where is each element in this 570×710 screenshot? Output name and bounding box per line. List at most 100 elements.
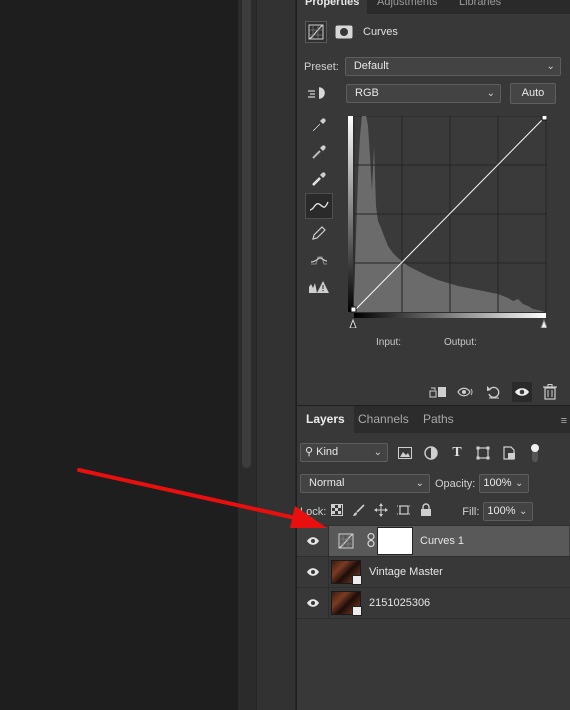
layer-row[interactable]: 2151025306 xyxy=(297,587,570,619)
layer-name: Curves 1 xyxy=(420,535,465,547)
layer-row[interactable]: Vintage Master xyxy=(297,556,570,588)
curves-graph[interactable] xyxy=(348,114,548,329)
layer-mask-icon[interactable] xyxy=(333,21,355,43)
layer-content[interactable]: Curves 1 xyxy=(328,525,569,557)
visibility-eye-icon[interactable] xyxy=(297,588,328,619)
layer-content[interactable]: Vintage Master xyxy=(328,556,569,588)
preset-label: Preset: xyxy=(304,60,339,73)
fill-value: 100% xyxy=(487,505,516,517)
pencil-icon[interactable] xyxy=(305,220,333,246)
lock-all-icon[interactable] xyxy=(420,503,432,520)
blend-opacity-row: Normal ⌄ Opacity: 100% ⌄ xyxy=(300,474,530,493)
output-gradient-bar xyxy=(348,116,353,312)
smooth-icon[interactable] xyxy=(305,247,333,273)
properties-tab-bar: Properties Adjustments Libraries xyxy=(297,0,570,14)
scrollbar-thumb[interactable] xyxy=(242,0,251,468)
curve-tools xyxy=(305,112,333,301)
layer-list-divider xyxy=(297,618,570,619)
tab-paths[interactable]: Paths xyxy=(414,406,463,433)
preset-dropdown[interactable]: Default ⌄ xyxy=(344,57,561,76)
layer-filter-row: ⚲ Kind ⌄ T xyxy=(300,443,544,462)
blend-mode-dropdown[interactable]: Normal ⌄ xyxy=(300,474,430,493)
curves-adjustment-icon xyxy=(331,529,361,553)
layer-name: 2151025306 xyxy=(369,597,431,609)
lock-move-icon[interactable] xyxy=(374,503,389,520)
filter-pixel-icon[interactable] xyxy=(396,444,414,462)
document-canvas[interactable] xyxy=(0,0,238,710)
filter-type-icon[interactable]: T xyxy=(448,444,466,462)
trash-icon[interactable] xyxy=(540,382,560,402)
black-point-slider xyxy=(349,318,357,329)
filter-adjustment-icon[interactable] xyxy=(422,444,440,462)
layers-panel: Layers Channels Paths ≡ ⚲ Kind ⌄ T Norma… xyxy=(297,406,570,710)
reset-icon[interactable] xyxy=(484,382,504,402)
smart-object-badge-icon xyxy=(352,575,362,585)
search-icon: ⚲ xyxy=(305,446,314,458)
clipping-warning-icon[interactable] xyxy=(305,274,333,300)
preset-value: Default xyxy=(353,60,389,72)
filter-kind-dropdown[interactable]: ⚲ Kind ⌄ xyxy=(300,443,388,462)
lock-transparent-icon[interactable] xyxy=(331,504,344,519)
eyedropper-midtone-icon[interactable] xyxy=(305,139,333,165)
filter-smart-object-icon[interactable] xyxy=(500,444,518,462)
view-previous-icon[interactable] xyxy=(456,382,476,402)
on-image-adjust-icon[interactable] xyxy=(304,82,332,104)
tab-properties[interactable]: Properties xyxy=(297,0,368,14)
layer-thumbnail xyxy=(331,591,362,616)
curve-black-point xyxy=(350,306,357,313)
channel-dropdown[interactable]: RGB ⌄ xyxy=(346,83,501,103)
adjustment-title: Curves xyxy=(363,26,398,38)
auto-button[interactable]: Auto xyxy=(510,82,556,104)
chevron-down-icon: ⌄ xyxy=(486,87,495,99)
eyedropper-highlight-icon[interactable] xyxy=(305,166,333,192)
layer-mask-thumbnail[interactable] xyxy=(377,527,413,555)
layers-tab-bar: Layers Channels Paths ≡ xyxy=(297,406,570,433)
visibility-eye-icon[interactable] xyxy=(297,526,328,557)
chevron-down-icon: ⌄ xyxy=(415,478,424,489)
lock-brush-icon[interactable] xyxy=(352,503,365,520)
lock-options xyxy=(331,503,432,520)
opacity-value: 100% xyxy=(483,477,512,489)
filter-shape-icon[interactable] xyxy=(474,444,492,462)
opacity-label: Opacity: xyxy=(435,477,476,490)
properties-header: Curves xyxy=(305,20,398,44)
white-point-slider xyxy=(540,318,548,329)
tab-layers[interactable]: Layers xyxy=(297,406,354,433)
blend-mode-value: Normal xyxy=(309,477,345,489)
lock-artboard-icon[interactable] xyxy=(397,503,412,520)
channel-value: RGB xyxy=(355,86,379,99)
curve-white-point xyxy=(541,114,548,121)
output-label: Output: xyxy=(444,337,477,348)
layer-content[interactable]: 2151025306 xyxy=(328,587,569,619)
chevron-down-icon: ⌄ xyxy=(373,447,382,458)
lock-fill-row: Lock: Fill: 100% ⌄ xyxy=(300,502,534,521)
visibility-eye-icon[interactable] xyxy=(512,381,532,402)
lock-label: Lock: xyxy=(300,505,327,518)
tab-channels[interactable]: Channels xyxy=(349,406,418,433)
fill-label: Fill: xyxy=(462,505,480,518)
tab-adjustments[interactable]: Adjustments xyxy=(369,0,446,14)
curve-points-icon[interactable] xyxy=(305,193,333,219)
properties-panel: Properties Adjustments Libraries Curves … xyxy=(297,0,570,405)
chain-link-icon[interactable] xyxy=(367,532,375,550)
filter-kind-value: Kind xyxy=(316,446,339,458)
eyedropper-shadow-icon[interactable] xyxy=(305,112,333,138)
fill-input[interactable]: 100% ⌄ xyxy=(483,502,534,521)
visibility-eye-icon[interactable] xyxy=(297,557,328,588)
input-gradient-bar xyxy=(354,313,546,318)
preset-row: Preset: Default ⌄ xyxy=(304,57,561,76)
filter-toggle-icon[interactable] xyxy=(526,443,544,462)
chevron-down-icon: ⌄ xyxy=(514,478,524,489)
tab-libraries[interactable]: Libraries xyxy=(451,0,509,14)
properties-footer xyxy=(297,378,570,405)
opacity-input[interactable]: 100% ⌄ xyxy=(479,474,530,493)
chevron-down-icon: ⌄ xyxy=(519,506,528,517)
channel-row: RGB ⌄ Auto xyxy=(304,82,556,104)
input-label: Input: xyxy=(376,337,402,348)
smart-object-badge-icon xyxy=(352,606,362,616)
panel-menu-icon[interactable]: ≡ xyxy=(561,415,567,427)
layer-row[interactable]: Curves 1 xyxy=(297,525,570,557)
clip-to-layer-icon[interactable] xyxy=(428,382,448,402)
panel-dock-gutter xyxy=(256,0,296,710)
layer-thumbnail xyxy=(331,560,362,585)
